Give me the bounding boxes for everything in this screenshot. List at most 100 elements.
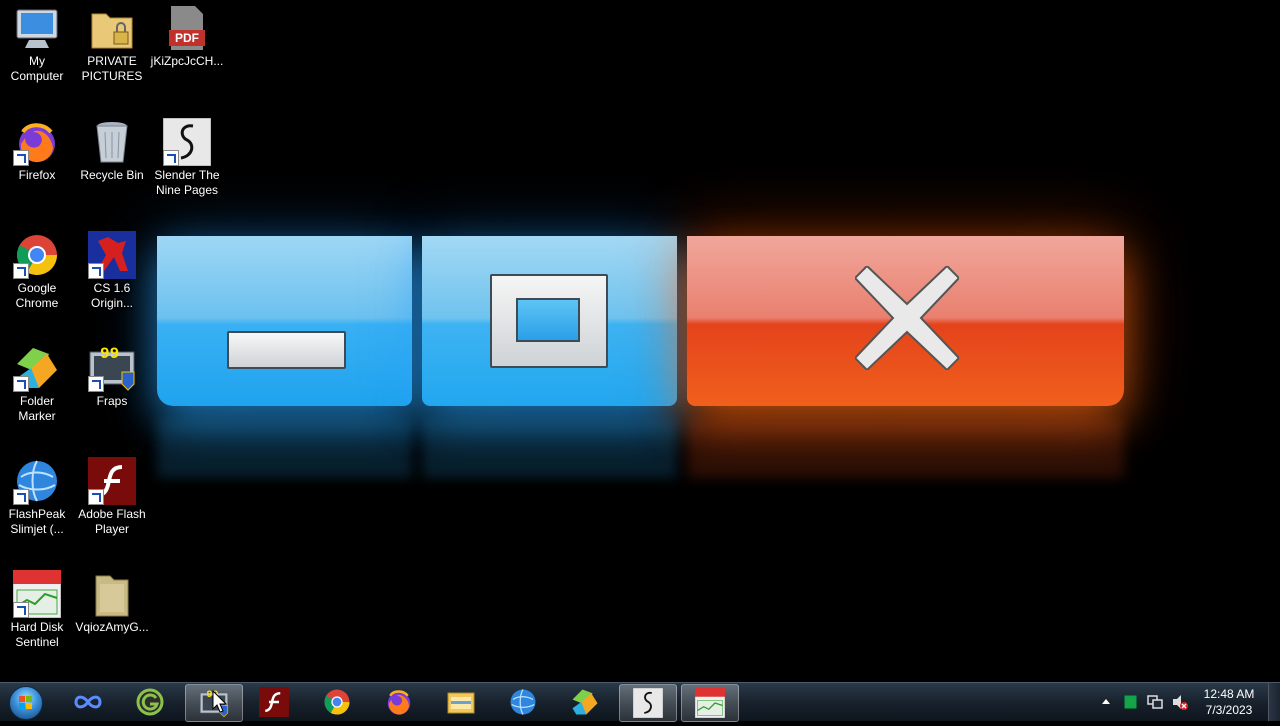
network-icon[interactable] <box>1145 683 1165 721</box>
hard-disk-sentinel-icon <box>694 687 726 719</box>
taskbar-button-firefox[interactable] <box>371 684 427 720</box>
taskbar-button-slimjet[interactable] <box>495 684 551 720</box>
flash-player-icon <box>88 457 136 505</box>
hard-disk-sentinel-icon <box>12 569 62 619</box>
clock-time: 12:48 AM <box>1203 687 1255 701</box>
desktop-icon-slender[interactable]: Slender The Nine Pages <box>150 117 224 198</box>
show-desktop-button[interactable] <box>1268 683 1280 721</box>
firefox-icon <box>13 118 61 166</box>
g-app-icon <box>135 687 165 717</box>
pdf-file-icon: PDF <box>163 4 211 52</box>
svg-text:PDF: PDF <box>175 31 199 45</box>
desktop-icon-firefox[interactable]: Firefox <box>0 118 74 183</box>
shortcut-arrow-icon <box>88 489 104 505</box>
slimjet-icon <box>13 457 61 505</box>
desktop-icon-label-line: Adobe Flash <box>78 507 146 521</box>
desktop-icon-label: Fraps <box>75 394 149 409</box>
desktop-icon-label: My Computer <box>0 54 74 84</box>
desktop-icon-label-line: Marker <box>18 409 56 423</box>
start-button[interactable] <box>4 685 48 720</box>
flash-player-icon <box>259 687 289 717</box>
desktop-icon-label-line: Fraps <box>96 394 128 408</box>
folder-marker-icon <box>13 344 61 392</box>
desktop-icon-label-line: Nine Pages <box>155 183 219 197</box>
slender-icon <box>632 687 664 719</box>
system-clock[interactable]: 12:48 AM 7/3/2023 <box>1196 686 1262 718</box>
svg-text:99: 99 <box>100 345 119 363</box>
folder-icon <box>88 570 136 618</box>
shortcut-arrow-icon <box>13 489 29 505</box>
desktop-icon-slimjet[interactable]: FlashPeak Slimjet (... <box>0 457 74 537</box>
desktop-icon-label: PRIVATE PICTURES <box>75 54 149 84</box>
wallpaper-minimize-graphic <box>157 236 412 406</box>
desktop-icon-chrome[interactable]: Google Chrome <box>0 231 74 311</box>
desktop-icon-label: Adobe Flash Player <box>75 507 149 537</box>
desktop-icon-folder-marker[interactable]: Folder Marker <box>0 344 74 424</box>
desktop-icon-label-line: Slimjet (... <box>10 522 64 536</box>
folder-marker-icon <box>570 687 600 717</box>
desktop-icon-label-line: Origin... <box>90 296 133 310</box>
desktop-icon-label-line: Chrome <box>15 296 59 310</box>
desktop-icon-label: Google Chrome <box>0 281 74 311</box>
desktop-icon-label: Recycle Bin <box>75 168 149 183</box>
desktop-icon-label: jKiZpcJcCH... <box>150 54 224 69</box>
taskbar-button-folder-marker[interactable] <box>557 684 613 720</box>
desktop-icon-label-line: Slender The <box>154 168 220 182</box>
mouse-cursor-icon <box>212 690 228 713</box>
firefox-icon <box>384 687 414 717</box>
taskbar-button-chrome[interactable] <box>309 684 365 720</box>
shortcut-arrow-icon <box>163 150 179 166</box>
chrome-icon <box>13 231 61 279</box>
taskbar-button-slender[interactable] <box>619 684 677 722</box>
taskbar-button-file-explorer[interactable] <box>433 684 489 720</box>
desktop-icon-flash-player[interactable]: Adobe Flash Player <box>75 457 149 537</box>
taskbar-button-hard-disk-sentinel[interactable] <box>681 684 739 722</box>
shortcut-arrow-icon <box>13 150 29 166</box>
windows-start-orb-icon <box>9 686 43 720</box>
desktop-icon-label: CS 1.6 Origin... <box>75 281 149 311</box>
taskbar-button-g-app[interactable] <box>122 684 178 720</box>
desktop-icon-recycle-bin[interactable]: Recycle Bin <box>75 118 149 183</box>
shortcut-arrow-icon <box>88 376 104 392</box>
chrome-icon <box>322 687 352 717</box>
taskbar-button-flash-player[interactable] <box>246 684 302 720</box>
desktop-icon-label-line: PICTURES <box>81 69 143 83</box>
taskbar-button-infinity-app[interactable] <box>60 684 116 720</box>
desktop-icon-label-line: Recycle Bin <box>80 168 144 182</box>
desktop-icon-locked-folder[interactable]: PRIVATE PICTURES <box>75 4 149 84</box>
desktop-icon-folder[interactable]: VqiozAmyG... <box>75 570 149 635</box>
infinity-app-icon <box>73 687 103 717</box>
counter-strike-icon <box>88 231 136 279</box>
show-hidden-icons-icon[interactable] <box>1098 683 1114 721</box>
desktop-icon-label: Firefox <box>0 168 74 183</box>
recycle-bin-icon <box>88 118 136 166</box>
desktop-icon-label: VqiozAmyG... <box>75 620 149 635</box>
desktop-icon-label-line: Folder <box>19 394 54 408</box>
shortcut-arrow-icon <box>13 376 29 392</box>
desktop-icon-label-line: PRIVATE <box>87 54 137 68</box>
clock-date: 7/3/2023 <box>1205 703 1253 717</box>
shortcut-arrow-icon <box>13 263 29 279</box>
desktop-icon-label: FlashPeak Slimjet (... <box>0 507 74 537</box>
desktop-icon-label-line: CS 1.6 <box>93 281 131 295</box>
green-status-icon[interactable] <box>1122 683 1140 721</box>
desktop-icon-pdf-file[interactable]: PDF jKiZpcJcCH... <box>150 4 224 69</box>
desktop-icon-counter-strike[interactable]: CS 1.6 Origin... <box>75 231 149 311</box>
slimjet-icon <box>508 687 538 717</box>
shortcut-arrow-icon <box>13 602 29 618</box>
slender-icon <box>162 117 212 167</box>
desktop-icon-label-line: My <box>29 54 45 68</box>
desktop-icon-computer[interactable]: My Computer <box>0 4 74 84</box>
desktop-icon-hard-disk-sentinel[interactable]: Hard Disk Sentinel <box>0 569 74 650</box>
wallpaper-close-graphic <box>687 236 1124 406</box>
desktop-icon-fraps[interactable]: 99 Fraps <box>75 344 149 409</box>
volume-muted-icon[interactable] <box>1170 683 1190 721</box>
desktop-icon-label-line: FlashPeak <box>8 507 66 521</box>
wallpaper-maximize-graphic <box>422 236 677 406</box>
locked-folder-icon <box>88 4 136 52</box>
desktop[interactable]: My Computer PRIVATE PICTURES PDF jKiZpcJcCH..… <box>0 0 1280 682</box>
desktop-icon-label-line: Google <box>17 281 57 295</box>
desktop-icon-label: Folder Marker <box>0 394 74 424</box>
desktop-icon-label-line: Hard Disk <box>10 620 64 634</box>
desktop-icon-label-line: Sentinel <box>15 635 59 649</box>
